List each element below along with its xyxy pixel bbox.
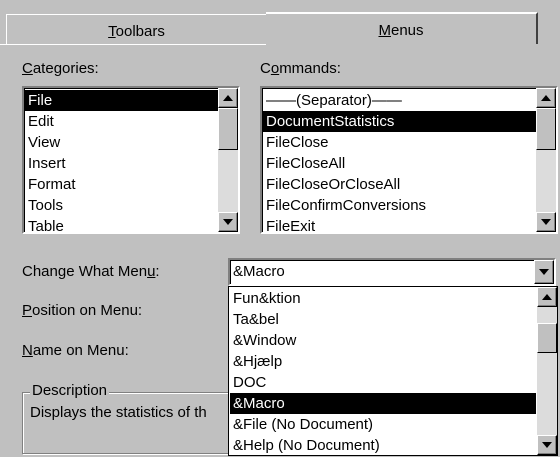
commands-scrollbar[interactable] [536,88,556,232]
scroll-thumb[interactable] [536,108,556,150]
tab-menus[interactable]: Menus [266,12,538,44]
menu-option-item[interactable]: Fun&ktion [230,288,536,309]
scroll-up-button[interactable] [537,287,557,307]
name-on-menu-label: Name on Menu: [22,342,129,359]
menu-option-item[interactable]: &Window [230,330,536,351]
change-menu-label: Change What Menu: [22,263,160,280]
categories-listbox[interactable]: File Edit View Insert Format Tools Table [22,86,240,234]
menu-option-item[interactable]: &Hjælp [230,351,536,372]
menu-option-item[interactable]: DOC [230,372,536,393]
menu-option-item[interactable]: &Macro [230,393,536,414]
menu-option-item[interactable]: Ta&bel [230,309,536,330]
arrow-up-icon [541,95,551,101]
commands-label: Commands: [260,60,341,77]
command-list-item[interactable]: ——(Separator)—— [263,90,536,111]
command-list-item[interactable]: FileExit [263,216,536,232]
change-menu-combobox[interactable]: &Macro [228,258,556,286]
change-menu-value: &Macro [233,263,285,280]
categories-label: Categories: [22,60,99,77]
category-list-item[interactable]: Table [25,216,218,232]
command-list-item[interactable]: DocumentStatistics [263,111,536,132]
description-title: Description [30,382,110,399]
scroll-up-button[interactable] [218,88,238,108]
arrow-down-icon [223,219,233,225]
command-list-item[interactable]: FileCloseAll [263,153,536,174]
dropdown-scrollbar[interactable] [537,287,557,455]
arrow-down-icon [541,219,551,225]
command-list-item[interactable]: FileConfirmConversions [263,195,536,216]
scroll-down-button[interactable] [536,212,556,232]
command-list-item[interactable]: FileCloseOrCloseAll [263,174,536,195]
categories-scrollbar[interactable] [218,88,238,232]
position-on-menu-label: Position on Menu: [22,302,143,319]
commands-listbox[interactable]: ——(Separator)—— DocumentStatistics FileClo… [260,86,558,234]
scroll-down-button[interactable] [537,435,557,455]
tab-toolbars[interactable]: Toolbars [6,14,266,44]
tab-toolbars-label: Toolbars [108,23,165,40]
category-list-item[interactable]: Format [25,174,218,195]
scroll-down-button[interactable] [218,212,238,232]
menu-option-item[interactable]: &File (No Document) [230,414,536,435]
chevron-down-icon [539,269,549,275]
category-list-item[interactable]: Insert [25,153,218,174]
description-group [22,392,242,454]
tab-divider [0,44,266,45]
dropdown-button[interactable] [534,260,554,284]
category-list-item[interactable]: Tools [25,195,218,216]
arrow-down-icon [542,442,552,448]
arrow-up-icon [542,294,552,300]
tab-menus-label: Menus [378,22,424,39]
description-text: Displays the statistics of th [30,404,207,421]
arrow-up-icon [223,95,233,101]
category-list-item[interactable]: File [25,90,218,111]
change-menu-dropdown-list[interactable]: Fun&ktion Ta&bel &Window &Hjælp DOC &Macro &Fi… [228,286,558,456]
scroll-thumb[interactable] [537,323,557,353]
scroll-up-button[interactable] [536,88,556,108]
scroll-thumb[interactable] [218,108,238,150]
command-list-item[interactable]: FileClose [263,132,536,153]
category-list-item[interactable]: Edit [25,111,218,132]
category-list-item[interactable]: View [25,132,218,153]
menu-option-item[interactable]: &Help (No Document) [230,435,536,455]
